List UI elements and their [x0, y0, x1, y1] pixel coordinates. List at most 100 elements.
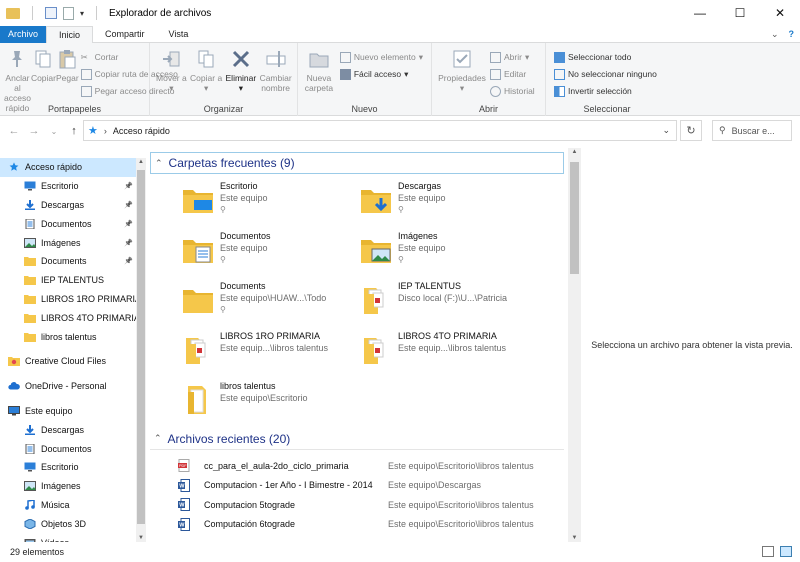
nav-item-objetos-3d[interactable]: Objetos 3D — [0, 514, 146, 533]
section-header-recientes[interactable]: ⌃ Archivos recientes (20) — [150, 428, 564, 450]
nav-item-label: Este equipo — [25, 405, 73, 416]
folder-tile[interactable]: Descargas Este equipo ⚲ — [360, 180, 538, 224]
download-icon — [25, 199, 35, 210]
nav-item-escritorio[interactable]: Escritorio 📌 — [0, 177, 146, 196]
minimize-button[interactable]: — — [680, 0, 720, 26]
nav-item-libros-1ro-primaria[interactable]: LIBROS 1RO PRIMARIA — [0, 290, 146, 309]
nav-item-este-equipo[interactable]: Este equipo — [0, 402, 146, 421]
new-folder-quick-icon[interactable] — [63, 6, 74, 20]
up-arrow-icon[interactable]: ↑ — [64, 125, 84, 137]
recent-file-row[interactable]: PDF cc_para_el_aula-2do_ciclo_primaria Est… — [178, 456, 568, 476]
new-item-button[interactable]: Nuevo elemento ▾ — [339, 50, 423, 64]
nav-item-escritorio[interactable]: Escritorio — [0, 458, 146, 477]
nav-item-acceso-rápido[interactable]: Acceso rápido — [0, 158, 136, 177]
search-box[interactable]: ⚲ Buscar e... — [712, 120, 792, 141]
folder-tile[interactable]: LIBROS 1RO PRIMARIA Este equip...\libros … — [182, 330, 360, 374]
back-arrow-icon[interactable]: ← — [4, 125, 24, 137]
word-file-icon: W — [178, 498, 190, 512]
open-button[interactable]: Abrir ▾ — [490, 50, 535, 64]
pin-icon[interactable]: 📌 — [124, 220, 133, 228]
scroll-up-icon[interactable]: ▲ — [136, 159, 146, 165]
collapse-chevron-icon: ⌃ — [155, 157, 163, 168]
nav-item-libros-4to-primaria[interactable]: LIBROS 4TO PRIMARIA — [0, 308, 146, 327]
folder-tile[interactable]: LIBROS 4TO PRIMARIA Este equip...\libros … — [360, 330, 538, 374]
address-dropdown-icon[interactable]: ⌄ — [662, 125, 670, 136]
tab-archivo[interactable]: Archivo — [0, 26, 47, 43]
nav-scrollbar[interactable]: ▲ ▼ — [136, 158, 146, 542]
nav-item-vídeos[interactable]: Vídeos — [0, 533, 146, 542]
pin-icon[interactable]: 📌 — [124, 257, 133, 265]
nav-item-label: Objetos 3D — [41, 518, 87, 529]
nav-item-libros-talentus[interactable]: libros talentus — [0, 327, 146, 346]
navigation-pane: Acceso rápido Escritorio 📌 Descargas 📌 Docume… — [0, 158, 146, 542]
nav-item-música[interactable]: Música — [0, 496, 146, 515]
close-button[interactable]: ✕ — [760, 0, 800, 26]
nav-item-descargas[interactable]: Descargas 📌 — [0, 196, 146, 215]
folder-tile[interactable]: Documentos Este equipo ⚲ — [182, 230, 360, 274]
nav-item-iep-talentus[interactable]: IEP TALENTUS — [0, 271, 146, 290]
history-icon — [490, 85, 501, 97]
scroll-down-icon[interactable]: ▼ — [568, 535, 581, 541]
move-to-icon — [163, 51, 180, 67]
svg-text:W: W — [179, 483, 185, 489]
folder-name: Documents — [220, 281, 266, 291]
nav-item-creative-cloud-files[interactable]: Creative Cloud Files — [0, 352, 146, 371]
group-abrir: Propiedades ▾ Abrir ▾ Editar Historial Ab… — [432, 43, 546, 116]
nav-item-documents[interactable]: Documents 📌 — [0, 252, 146, 271]
nav-item-imágenes[interactable]: Imágenes — [0, 477, 146, 496]
group-seleccionar: Seleccionar todo No seleccionar ninguno … — [546, 43, 668, 116]
folder-tile[interactable]: Escritorio Este equipo ⚲ — [182, 180, 360, 224]
nav-item-label: Documentos — [41, 218, 92, 229]
address-bar[interactable]: ★ › Acceso rápido ⌄ — [83, 120, 677, 141]
edit-button[interactable]: Editar — [490, 67, 535, 81]
folder-tile[interactable]: libros talentus Este equipo\Escritorio — [182, 380, 360, 424]
select-all-button[interactable]: Seleccionar todo — [554, 50, 657, 64]
nav-item-label: Descargas — [41, 424, 85, 435]
pin-icon[interactable]: 📌 — [124, 182, 133, 190]
tab-inicio[interactable]: Inicio — [46, 26, 94, 44]
nav-item-descargas[interactable]: Descargas — [0, 420, 146, 439]
section-header-frecuentes[interactable]: ⌃ Carpetas frecuentes (9) — [150, 152, 564, 174]
nav-item-imágenes[interactable]: Imágenes 📌 — [0, 233, 146, 252]
creative-cloud-icon — [8, 357, 20, 367]
easy-access-button[interactable]: Fácil acceso ▾ — [339, 67, 423, 81]
pin-icon[interactable]: 📌 — [124, 201, 133, 209]
nav-item-documentos[interactable]: Documentos 📌 — [0, 214, 146, 233]
document-icon — [25, 218, 35, 229]
tab-vista[interactable]: Vista — [157, 26, 201, 43]
content-scrollbar[interactable]: ▲ ▼ — [568, 148, 581, 542]
help-icon[interactable]: ? — [789, 26, 795, 43]
customize-quick-access-icon[interactable]: ▾ — [80, 9, 84, 18]
properties-quick-icon[interactable] — [45, 7, 57, 19]
nav-item-onedrive-personal[interactable]: OneDrive - Personal — [0, 377, 146, 396]
expand-ribbon-icon[interactable]: ⌄ — [771, 26, 779, 43]
image-icon — [24, 237, 36, 248]
scroll-up-icon[interactable]: ▲ — [568, 149, 581, 155]
large-icons-view-icon[interactable] — [780, 546, 792, 557]
invert-selection-button[interactable]: Invertir selección — [554, 84, 657, 98]
documents-folder-icon — [183, 240, 213, 263]
paste-shortcut-icon — [80, 85, 92, 97]
forward-arrow-icon[interactable]: → — [24, 125, 44, 137]
refresh-icon[interactable]: ↻ — [680, 120, 702, 141]
details-view-icon[interactable] — [762, 546, 774, 557]
recent-locations-chevron-icon[interactable]: ⌄ — [44, 127, 64, 136]
nav-item-documentos[interactable]: Documentos — [0, 439, 146, 458]
recent-file-row[interactable]: W Computación 6tograde Este equipo\Escrito… — [178, 515, 568, 535]
file-name: cc_para_el_aula-2do_ciclo_primaria — [204, 460, 349, 471]
folder-tile[interactable]: IEP TALENTUS Disco local (F:)\U...\Patric… — [360, 280, 538, 324]
scroll-thumb[interactable] — [137, 170, 145, 524]
history-button[interactable]: Historial — [490, 84, 535, 98]
pin-icon[interactable]: 📌 — [124, 239, 133, 247]
recent-file-row[interactable]: W Computacion - 1er Año - I Bimestre - 20… — [178, 476, 568, 496]
scroll-down-icon[interactable]: ▼ — [136, 535, 146, 541]
tab-compartir[interactable]: Compartir — [93, 26, 157, 43]
select-none-button[interactable]: No seleccionar ninguno — [554, 67, 657, 81]
svg-text:W: W — [179, 522, 185, 528]
maximize-button[interactable]: ☐ — [720, 0, 760, 26]
folder-tile[interactable]: Documents Este equipo\HUAW...\Todo ⚲ — [182, 280, 360, 324]
scroll-thumb[interactable] — [570, 162, 579, 274]
folder-tile[interactable]: Imágenes Este equipo ⚲ — [360, 230, 538, 274]
folder-tile-text: Documents Este equipo\HUAW...\Todo ⚲ — [220, 280, 326, 324]
recent-file-row[interactable]: W Computacion 5tograde Este equipo\Escrito… — [178, 495, 568, 515]
